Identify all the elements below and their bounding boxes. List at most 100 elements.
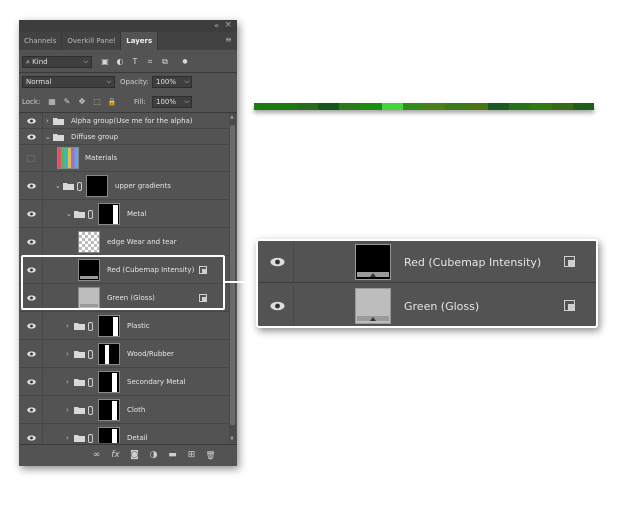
chevron-down-icon[interactable]: ⌄ <box>45 133 51 141</box>
link-layers-icon[interactable]: ∞ <box>91 450 102 461</box>
zoomed-layers-callout: Red (Cubemap Intensity) Green (Gloss) <box>256 239 598 328</box>
type-filter-icon[interactable]: T <box>130 57 140 67</box>
lock-artboard-icon[interactable]: ⬚ <box>92 97 102 107</box>
layer-row[interactable]: › Alpha group(Use me for the alpha) <box>19 113 229 129</box>
visibility-toggle[interactable] <box>19 397 43 423</box>
scroll-up-icon[interactable]: ▲ <box>230 114 234 120</box>
eye-icon <box>27 117 36 124</box>
layer-row[interactable]: › Cloth <box>19 397 229 424</box>
hidden-eye-box <box>27 155 35 162</box>
fill-label: Fill: <box>134 98 146 106</box>
layer-row[interactable]: ⌄ upper gradients <box>19 173 229 200</box>
close-icon[interactable]: × <box>224 20 232 30</box>
layer-mask-thumbnail[interactable] <box>98 315 120 337</box>
chevron-down-icon[interactable]: ⌄ <box>66 210 72 218</box>
color-strip-segment <box>402 103 424 110</box>
lock-row: Lock: ▦ ✎ ✥ ⬚ 🔒 Fill: 100% ⌵ <box>22 96 232 109</box>
visibility-toggle[interactable] <box>19 113 43 128</box>
panel-menu-icon[interactable]: ≡ <box>225 36 233 44</box>
layer-row[interactable]: ⌄ Metal <box>19 201 229 228</box>
adjustment-layer-icon[interactable]: ◑ <box>148 450 159 461</box>
lock-all-icon[interactable]: 🔒 <box>107 97 117 107</box>
visibility-toggle[interactable] <box>19 425 43 443</box>
chevron-right-icon[interactable]: › <box>66 406 69 414</box>
layer-name: Materials <box>85 154 118 162</box>
visibility-toggle[interactable] <box>19 173 43 199</box>
color-strip-segment <box>509 103 531 110</box>
layer-row[interactable]: › Wood/Rubber <box>19 341 229 368</box>
tab-layers[interactable]: Layers <box>121 32 159 50</box>
layer-row[interactable]: › Secondary Metal <box>19 369 229 396</box>
scrollbar-thumb[interactable] <box>230 125 235 425</box>
layer-row[interactable]: edge Wear and tear <box>19 229 229 256</box>
visibility-toggle[interactable] <box>19 369 43 395</box>
visibility-toggle[interactable] <box>19 129 43 144</box>
layer-mask-thumbnail[interactable] <box>86 175 108 197</box>
thumbnail-marker <box>370 273 376 277</box>
smart-object-filter-icon[interactable]: ⧉ <box>160 57 170 67</box>
link-icon <box>88 434 93 443</box>
layer-thumbnail <box>355 288 391 324</box>
tab-overkill-panel[interactable]: Overkill Panel <box>62 32 122 50</box>
lock-move-icon[interactable]: ✥ <box>77 97 87 107</box>
layer-mask-thumbnail[interactable] <box>98 371 120 393</box>
folder-open-icon <box>63 183 74 190</box>
panel-tabs: Channels Overkill Panel Layers ≡ <box>19 32 237 50</box>
layer-name: Metal <box>127 210 147 218</box>
chevron-right-icon[interactable]: › <box>66 434 69 442</box>
layer-mask-thumbnail[interactable] <box>98 203 120 225</box>
blend-mode-select[interactable]: Normal ⌵ <box>22 76 115 88</box>
layers-scrollbar[interactable]: ▲ ▼ <box>229 113 236 443</box>
collapse-icon[interactable]: « <box>214 21 219 30</box>
chevron-right-icon[interactable]: › <box>66 322 69 330</box>
thumbnail-marker <box>370 317 376 321</box>
chevron-down-icon: ⌵ <box>184 98 189 105</box>
color-strip-segment <box>339 103 361 110</box>
layer-name: Cloth <box>127 406 146 414</box>
layer-mask-thumbnail[interactable] <box>98 399 120 421</box>
layer-mask-thumbnail[interactable] <box>98 343 120 365</box>
chevron-down-icon[interactable]: ⌄ <box>55 182 61 190</box>
lock-paint-icon[interactable]: ✎ <box>62 97 72 107</box>
visibility-toggle[interactable] <box>19 341 43 367</box>
lock-transparent-icon[interactable]: ▦ <box>47 97 57 107</box>
chevron-right-icon[interactable]: › <box>66 350 69 358</box>
visibility-toggle[interactable] <box>19 313 43 339</box>
shape-filter-icon[interactable]: ⌗ <box>145 57 155 67</box>
color-strip-segment <box>572 103 594 110</box>
adjustment-filter-icon[interactable]: ◐ <box>115 57 125 67</box>
eye-icon <box>27 435 36 441</box>
layer-row[interactable]: › Detail <box>19 425 229 443</box>
new-layer-icon[interactable]: ⊞ <box>186 450 197 461</box>
color-strip-segment <box>317 103 339 110</box>
link-icon <box>77 182 82 191</box>
visibility-toggle[interactable] <box>19 145 43 171</box>
link-icon <box>88 406 93 415</box>
color-strip-segment <box>381 103 403 110</box>
kind-filter-select[interactable]: ⌕ Kind ⌵ <box>22 56 92 68</box>
blend-row: Normal ⌵ Opacity: 100% ⌵ <box>22 76 232 89</box>
layer-row[interactable]: Materials <box>19 145 229 172</box>
layer-row[interactable]: ⌄ Diffuse group <box>19 129 229 145</box>
visibility-toggle[interactable] <box>19 201 43 227</box>
scroll-down-icon[interactable]: ▼ <box>230 436 234 442</box>
filter-toggle-icon[interactable]: ● <box>180 57 190 67</box>
add-mask-icon[interactable]: ◙ <box>129 450 140 461</box>
fx-icon[interactable]: fx <box>110 450 121 461</box>
new-group-icon[interactable]: ▬ <box>167 450 178 461</box>
callout-connector <box>225 281 257 283</box>
delete-layer-icon[interactable]: 🗑 <box>205 450 216 461</box>
color-strip-segment <box>424 103 446 110</box>
layer-name: Plastic <box>127 322 150 330</box>
fill-field[interactable]: 100% ⌵ <box>152 96 192 108</box>
chevron-right-icon[interactable]: › <box>46 117 49 125</box>
chevron-right-icon[interactable]: › <box>66 378 69 386</box>
tab-channels[interactable]: Channels <box>19 32 63 50</box>
visibility-toggle[interactable] <box>19 229 43 255</box>
layer-mask-thumbnail[interactable] <box>98 427 120 443</box>
layer-name: upper gradients <box>115 182 171 190</box>
image-filter-icon[interactable]: ▣ <box>100 57 110 67</box>
opacity-field[interactable]: 100% ⌵ <box>152 76 192 88</box>
layer-row[interactable]: › Plastic <box>19 313 229 340</box>
eye-icon <box>27 211 36 217</box>
